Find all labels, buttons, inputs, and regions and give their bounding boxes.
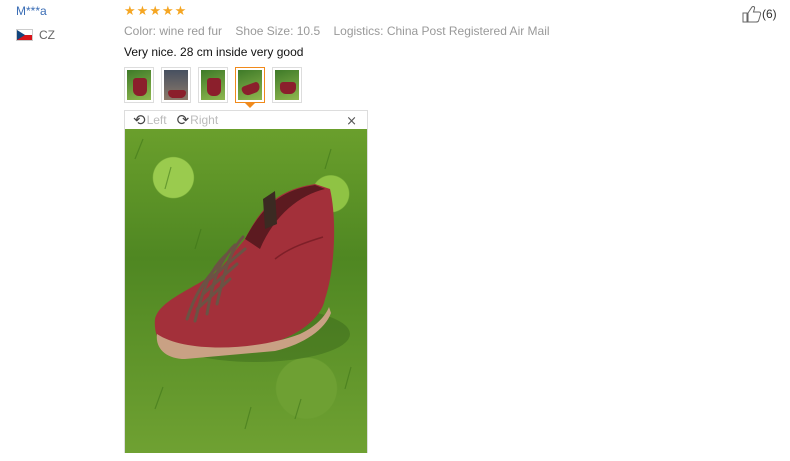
review-text: Very nice. 28 cm inside very good — [124, 45, 304, 59]
rotate-right-icon: ⟳ — [176, 111, 190, 129]
photo-thumbnail[interactable] — [161, 67, 191, 103]
photo-thumbnail[interactable] — [198, 67, 228, 103]
shoe-photo-graphic — [134, 138, 352, 430]
rotate-left-label: Left — [146, 113, 167, 127]
viewer-toolbar: ⟲ Left ⟳ Right × — [125, 111, 367, 130]
photo-thumbnail-active[interactable] — [235, 67, 265, 108]
order-logistics: Logistics: China Post Registered Air Mai… — [333, 24, 550, 38]
order-color: Color: wine red fur — [124, 24, 223, 38]
country-code: CZ — [39, 28, 55, 42]
close-icon[interactable]: × — [346, 114, 357, 129]
star-icon: ★ — [161, 3, 174, 19]
review-photo — [125, 129, 367, 453]
czech-flag-icon — [16, 29, 33, 41]
helpful-button[interactable]: (6) — [742, 5, 777, 23]
rotate-right-label: Right — [190, 113, 219, 127]
active-indicator — [245, 103, 255, 108]
star-rating: ★ ★ ★ ★ ★ — [124, 4, 724, 18]
rotate-left-button[interactable]: ⟲ Left — [133, 111, 167, 129]
reviewer-country: CZ — [16, 28, 116, 42]
star-icon: ★ — [136, 3, 149, 19]
star-icon: ★ — [149, 3, 161, 19]
reviewer-name: M***a — [16, 4, 47, 18]
rotate-right-button[interactable]: ⟳ Right — [176, 111, 219, 129]
reviewer-info: M***a CZ — [16, 4, 116, 42]
star-icon: ★ — [174, 3, 187, 19]
review-body: ★ ★ ★ ★ ★ Color: wine red fur Shoe Size:… — [124, 4, 724, 60]
helpful-count: (6) — [762, 7, 777, 21]
photo-thumbnail[interactable] — [272, 67, 302, 103]
thumbs-up-icon — [742, 6, 762, 23]
star-icon: ★ — [124, 3, 136, 19]
order-size: Shoe Size: 10.5 — [235, 24, 321, 38]
photo-thumbnails — [124, 67, 302, 108]
rotate-left-icon: ⟲ — [133, 111, 146, 129]
order-info: Color: wine red fur Shoe Size: 10.5 Logi… — [124, 24, 724, 38]
photo-viewer: ⟲ Left ⟳ Right × — [124, 110, 368, 453]
photo-thumbnail[interactable] — [124, 67, 154, 103]
